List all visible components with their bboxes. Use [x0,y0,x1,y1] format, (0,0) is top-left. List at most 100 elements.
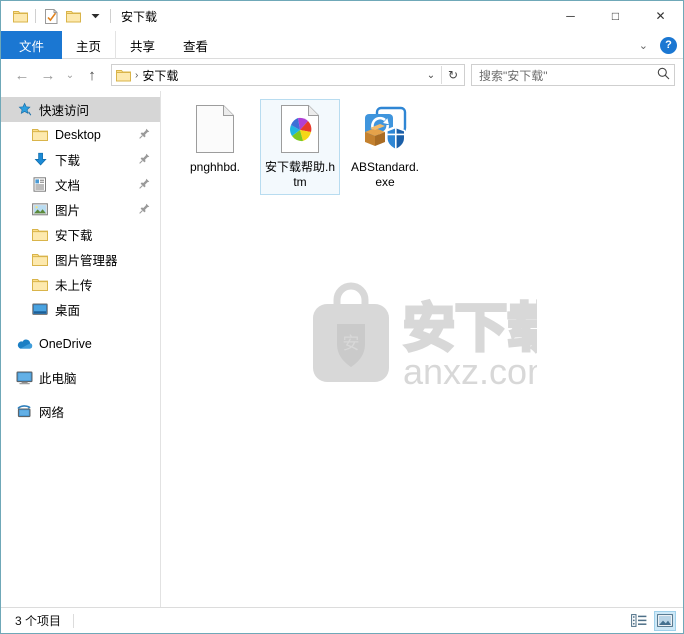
recent-locations-chevron-down-icon[interactable]: ⌄ [61,62,79,88]
sidebar-item-label: 快速访问 [39,104,90,118]
blank-document-icon [190,104,240,154]
sidebar-item-label: 此电脑 [39,372,77,386]
sidebar-item-onedrive[interactable]: OneDrive [1,331,160,356]
desktop-icon [31,302,49,318]
details-view-button[interactable] [629,612,649,630]
qat-chevron-down-icon[interactable] [84,5,106,27]
onedrive-icon [15,336,33,352]
breadcrumb-current-folder[interactable]: 安下载 [142,67,178,84]
sidebar-item-label: 网络 [39,406,65,420]
status-bar: 3 个项目 [1,607,683,633]
breadcrumb-separator[interactable]: › [135,70,138,81]
file-name: 安下载帮助.htm [264,160,335,189]
item-count-label: 3 个项目 [15,614,62,628]
address-bar-controls: ⌄ ↻ [421,65,464,85]
site-watermark: 安 安下载 anxz.com [307,276,537,394]
pictures-icon [31,202,49,218]
help-icon[interactable]: ? [660,36,677,54]
ribbon-expand-chevron-down-icon[interactable]: ⌄ [635,39,652,52]
sidebar-item-downloads[interactable]: 下载 [1,147,160,172]
address-bar[interactable]: › 安下载 ⌄ ↻ [111,64,465,86]
network-icon [15,404,33,420]
sidebar-item-label: 图片 [55,204,81,218]
minimize-button[interactable]: ─ [548,1,593,31]
refresh-icon[interactable]: ↻ [442,68,464,82]
file-item[interactable]: ABStandard.exe [345,99,425,195]
downloads-icon [31,152,49,168]
new-folder-icon[interactable] [62,5,84,27]
back-button[interactable]: ← [9,62,35,88]
sidebar-item-label: 图片管理器 [55,254,118,268]
pin-icon[interactable] [139,178,150,192]
status-divider [73,613,75,628]
pin-icon[interactable] [139,128,150,142]
documents-icon [31,177,49,193]
ribbon-right-controls: ⌄ ? [635,31,677,59]
properties-icon[interactable] [40,5,62,27]
pin-icon[interactable] [139,153,150,167]
search-input[interactable]: 搜索"安下载" [479,67,657,84]
quick-access-toolbar [9,5,115,27]
sidebar-item-network[interactable]: 网络 [1,399,160,424]
file-name: pnghhbd. [189,160,241,174]
navigation-bar: ← → ⌄ ↑ › 安下载 ⌄ ↻ 搜索"安下载" [1,59,683,91]
sidebar-item-image-manager[interactable]: 图片管理器 [1,247,160,272]
file-item[interactable]: 安下载帮助.htm [260,99,340,195]
search-box[interactable]: 搜索"安下载" [471,64,675,86]
sidebar-item-desktop-folder[interactable]: Desktop [1,122,160,147]
sidebar-item-label: 安下载 [55,229,93,243]
address-folder-icon [116,69,131,82]
file-list-pane[interactable]: 安 安下载 anxz.com png [161,91,683,607]
svg-text:安下载: 安下载 [403,300,537,358]
this-pc-icon [15,370,33,386]
tab-home[interactable]: 主页 [62,31,117,59]
sidebar-item-desktop[interactable]: 桌面 [1,297,160,322]
sidebar-item-label: 文档 [55,179,81,193]
sidebar-gap-1 [1,322,160,331]
explorer-window: 安下载 ─ □ ✕ 文件 主页 共享 查看 ⌄ ? ← → ⌄ ↑ › 安下载 … [0,0,684,634]
file-item[interactable]: pnghhbd. [175,99,255,195]
folder-icon [31,227,49,243]
sidebar-item-label: 未上传 [55,279,93,293]
sidebar-item-pictures[interactable]: 图片 [1,197,160,222]
sidebar-item-anxiazai[interactable]: 安下载 [1,222,160,247]
installer-package-icon [360,104,410,154]
navigation-pane[interactable]: 快速访问 Desktop 下载 文档 图片 安下载 图片管理器 未上传 桌面 O… [1,91,161,607]
tab-file[interactable]: 文件 [1,31,63,59]
sidebar-item-quick-access[interactable]: 快速访问 [1,97,160,122]
pin-icon[interactable] [139,203,150,217]
view-toggle-group [629,610,676,631]
forward-button[interactable]: → [35,62,61,88]
qat-separator-1 [35,9,36,23]
maximize-button[interactable]: □ [593,1,638,31]
sidebar-item-label: 下载 [55,154,81,168]
svg-text:anxz.com: anxz.com [403,351,537,392]
tab-share[interactable]: 共享 [116,31,169,59]
tab-view[interactable]: 查看 [169,31,222,59]
sidebar-item-not-uploaded[interactable]: 未上传 [1,272,160,297]
htm-pinwheel-icon [275,104,325,154]
folder-icon [31,277,49,293]
sidebar-item-label: 桌面 [55,304,81,318]
title-bar: 安下载 ─ □ ✕ [1,1,683,31]
sidebar-item-label: OneDrive [39,336,92,351]
file-grid: pnghhbd. 安下载帮助.htm ABStandard.exe [161,91,683,195]
folder-icon[interactable] [9,5,31,27]
folder-icon [31,127,49,143]
sidebar-item-this-pc[interactable]: 此电脑 [1,365,160,390]
address-dropdown-chevron-down-icon[interactable]: ⌄ [421,70,441,81]
sidebar-item-label: Desktop [55,127,101,142]
close-button[interactable]: ✕ [638,1,683,31]
sidebar-item-documents[interactable]: 文档 [1,172,160,197]
window-controls: ─ □ ✕ [548,1,683,31]
ribbon-tab-bar: 文件 主页 共享 查看 ⌄ ? [1,31,683,59]
qat-separator-2 [110,9,111,23]
up-button[interactable]: ↑ [79,62,105,88]
search-icon[interactable] [657,67,670,83]
explorer-body: 快速访问 Desktop 下载 文档 图片 安下载 图片管理器 未上传 桌面 O… [1,91,683,607]
sidebar-gap-3 [1,390,160,399]
large-icons-view-button[interactable] [654,610,676,631]
sidebar-gap-2 [1,356,160,365]
window-title: 安下载 [121,9,158,24]
svg-text:安: 安 [343,334,360,353]
